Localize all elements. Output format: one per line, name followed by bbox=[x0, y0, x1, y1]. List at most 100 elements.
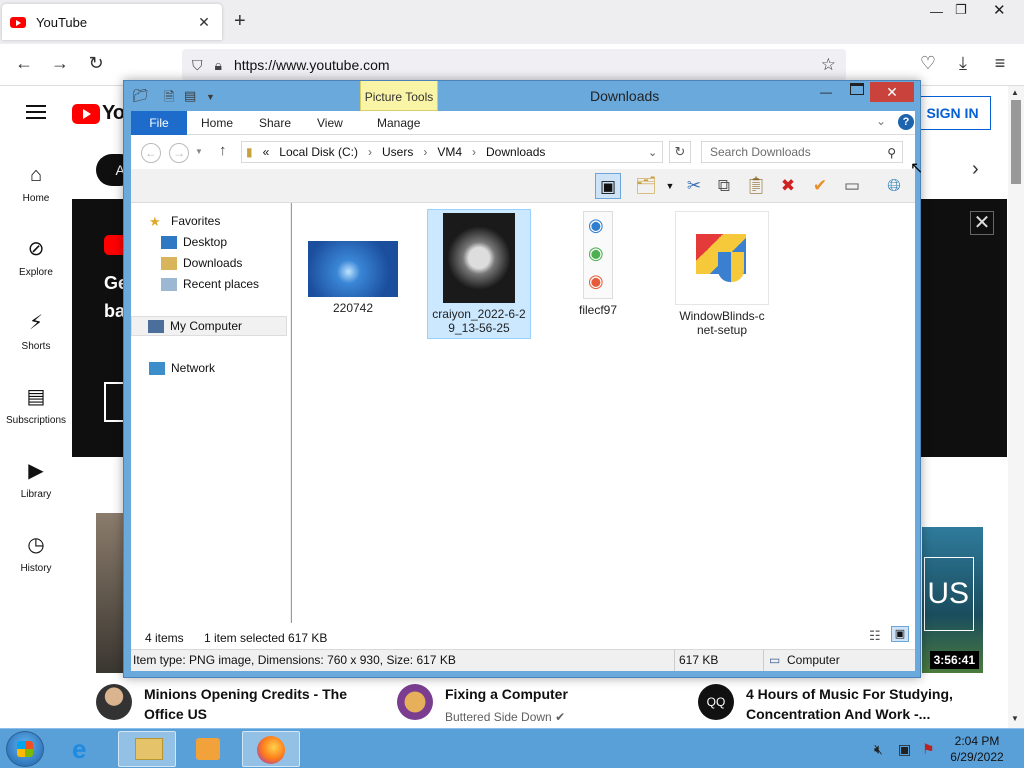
channel-avatar[interactable] bbox=[96, 684, 132, 720]
hamburger-menu-icon[interactable]: ≡ bbox=[988, 53, 1012, 74]
sidebar-item-subscriptions[interactable]: ▤ Subscriptions bbox=[0, 384, 72, 426]
chevron-down-icon[interactable]: ▼ bbox=[657, 173, 683, 199]
refresh-icon[interactable]: ↻ bbox=[669, 141, 691, 163]
taskbar-firefox[interactable] bbox=[242, 731, 300, 767]
channel-avatar[interactable] bbox=[397, 684, 433, 720]
taskbar-file-explorer[interactable] bbox=[118, 731, 176, 767]
nav-recent-places[interactable]: Recent places bbox=[161, 274, 259, 294]
breadcrumb-separator-icon[interactable]: › bbox=[472, 145, 476, 159]
nav-network[interactable]: Network bbox=[149, 358, 215, 378]
action-center-icon[interactable]: ⚑ bbox=[922, 741, 935, 758]
tab-file[interactable]: File bbox=[131, 111, 187, 135]
bookmark-star-icon[interactable]: ☆ bbox=[821, 55, 836, 75]
taskbar-media-player[interactable] bbox=[180, 731, 238, 767]
tab-home[interactable]: Home bbox=[201, 111, 233, 135]
checkmark-icon[interactable]: ✔ bbox=[807, 173, 833, 199]
taskbar-internet-explorer[interactable]: e bbox=[56, 731, 114, 767]
breadcrumb-separator-icon[interactable]: › bbox=[423, 145, 427, 159]
reload-icon[interactable]: ↻ bbox=[84, 53, 108, 74]
tab-share[interactable]: Share bbox=[259, 111, 291, 135]
browser-tab-youtube[interactable]: YouTube ✕ bbox=[2, 4, 222, 40]
network-status-icon[interactable]: ▣ bbox=[898, 741, 911, 758]
channel-name[interactable]: Buttered Side Down ✔ bbox=[445, 710, 565, 724]
sidebar-item-history[interactable]: ◷ History bbox=[0, 532, 72, 574]
browser-close-icon[interactable]: ✕ bbox=[993, 1, 1006, 19]
file-item-craiyon[interactable]: craiyon_2022-6-2 9_13-56-25 bbox=[427, 209, 531, 339]
minimize-icon[interactable]: — bbox=[930, 4, 943, 19]
recent-locations-icon[interactable]: ▼ bbox=[195, 147, 203, 156]
tab-manage[interactable]: Manage bbox=[377, 111, 420, 135]
preview-pane-icon[interactable]: ▣ bbox=[595, 173, 621, 199]
new-tab-button[interactable]: + bbox=[234, 10, 246, 33]
tab-close-icon[interactable]: ✕ bbox=[194, 14, 214, 31]
pocket-icon[interactable]: ♡ bbox=[916, 53, 940, 74]
nav-downloads[interactable]: Downloads bbox=[161, 253, 242, 273]
chevron-down-icon[interactable]: ▼ bbox=[206, 92, 215, 102]
video-title[interactable]: 4 Hours of Music For Studying, Concentrat… bbox=[746, 684, 953, 724]
delete-icon[interactable]: ✖ bbox=[775, 173, 801, 199]
forward-arrow-icon[interactable]: → bbox=[48, 53, 72, 74]
scroll-down-icon[interactable]: ▼ bbox=[1011, 714, 1019, 723]
back-arrow-icon[interactable]: ← bbox=[141, 143, 161, 163]
shield-icon[interactable]: ⛉ bbox=[192, 57, 203, 74]
breadcrumb-users[interactable]: Users bbox=[382, 145, 413, 159]
system-clock[interactable]: 2:04 PM 6/29/2022 bbox=[944, 733, 1010, 765]
expand-ribbon-icon[interactable]: ⌄ bbox=[876, 114, 886, 128]
details-view-icon[interactable]: ☷ bbox=[869, 628, 881, 644]
maximize-icon[interactable] bbox=[850, 83, 864, 95]
search-input[interactable]: Search Downloads ⚲ bbox=[701, 141, 903, 163]
downloads-icon[interactable]: ⤓ bbox=[951, 53, 975, 74]
restore-icon[interactable]: ❐ bbox=[955, 2, 967, 18]
breadcrumb-downloads[interactable]: Downloads bbox=[486, 145, 545, 159]
video-thumbnail[interactable]: US 3:56:41 bbox=[922, 527, 983, 673]
properties-icon[interactable]: 🗎︎ bbox=[164, 88, 174, 110]
sidebar-item-shorts[interactable]: ⚡︎ Shorts bbox=[0, 310, 72, 352]
scrollbar-thumb[interactable] bbox=[1011, 100, 1021, 184]
volume-muted-icon[interactable]: 🔇︎ bbox=[874, 741, 883, 758]
copy-icon[interactable]: ⧉ bbox=[711, 173, 737, 199]
url-bar[interactable]: ⛉ 🔒︎ https://www.youtube.com ☆ bbox=[182, 49, 846, 81]
cut-icon[interactable]: ✂ bbox=[681, 173, 707, 199]
minimize-icon[interactable]: — bbox=[820, 85, 832, 99]
select-folder-icon[interactable]: 🗂︎ bbox=[633, 173, 659, 199]
sidebar-item-explore[interactable]: ⊘ Explore bbox=[0, 236, 72, 278]
sidebar-item-library[interactable]: ▶ Library bbox=[0, 458, 72, 500]
guide-menu-icon[interactable] bbox=[26, 105, 46, 119]
url-text[interactable]: https://www.youtube.com bbox=[234, 57, 390, 73]
forward-arrow-icon[interactable]: → bbox=[169, 143, 189, 163]
address-overflow[interactable]: « bbox=[263, 145, 270, 159]
tab-view[interactable]: View bbox=[317, 111, 343, 135]
page-scrollbar[interactable]: ▲ ▼ bbox=[1008, 86, 1024, 728]
scroll-up-icon[interactable]: ▲ bbox=[1011, 88, 1019, 97]
paste-icon[interactable]: 📋︎ bbox=[743, 173, 769, 199]
channel-avatar[interactable]: QQ bbox=[698, 684, 734, 720]
sign-in-button[interactable]: SIGN IN bbox=[914, 96, 991, 130]
chevron-right-icon[interactable]: › bbox=[972, 158, 979, 181]
nav-my-computer[interactable]: My Computer bbox=[131, 316, 287, 336]
video-title[interactable]: Minions Opening Credits - The Office US bbox=[144, 684, 347, 724]
breadcrumb-vm4[interactable]: VM4 bbox=[437, 145, 462, 159]
banner-close-icon[interactable]: ✕ bbox=[970, 211, 994, 235]
up-arrow-icon[interactable]: ↑ bbox=[219, 142, 227, 159]
chevron-down-icon[interactable]: ⌄ bbox=[648, 146, 657, 159]
large-icons-view-icon[interactable]: ▣ bbox=[891, 626, 909, 642]
video-thumbnail[interactable] bbox=[96, 513, 126, 673]
breadcrumb-separator-icon[interactable]: › bbox=[368, 145, 372, 159]
file-item-windowblinds[interactable]: WindowBlinds-c net-setup bbox=[670, 211, 774, 337]
close-window-button[interactable]: ✕ bbox=[870, 82, 914, 102]
nav-desktop[interactable]: Desktop bbox=[161, 232, 227, 252]
start-button[interactable] bbox=[6, 731, 44, 767]
breadcrumb-local-disk[interactable]: Local Disk (C:) bbox=[279, 145, 358, 159]
globe-icon[interactable]: 🌐︎ bbox=[881, 173, 907, 199]
back-arrow-icon[interactable]: ← bbox=[12, 53, 36, 74]
new-folder-icon[interactable]: ▤ bbox=[184, 88, 196, 104]
search-icon[interactable]: ⚲ bbox=[887, 143, 896, 163]
youtube-logo[interactable]: Yo bbox=[72, 102, 125, 125]
file-item-220742[interactable]: 220742 bbox=[304, 241, 402, 315]
nav-favorites[interactable]: ★ Favorites bbox=[149, 211, 220, 231]
lock-icon[interactable]: 🔒︎ bbox=[215, 57, 222, 74]
address-bar[interactable]: ▮ « Local Disk (C:) › Users › VM4 › Down… bbox=[241, 141, 663, 163]
file-item-filecf97[interactable]: ◉ ◉ ◉ filecf97 bbox=[550, 211, 646, 317]
rename-icon[interactable]: ▭ bbox=[839, 173, 865, 199]
video-title[interactable]: Fixing a Computer bbox=[445, 684, 568, 704]
